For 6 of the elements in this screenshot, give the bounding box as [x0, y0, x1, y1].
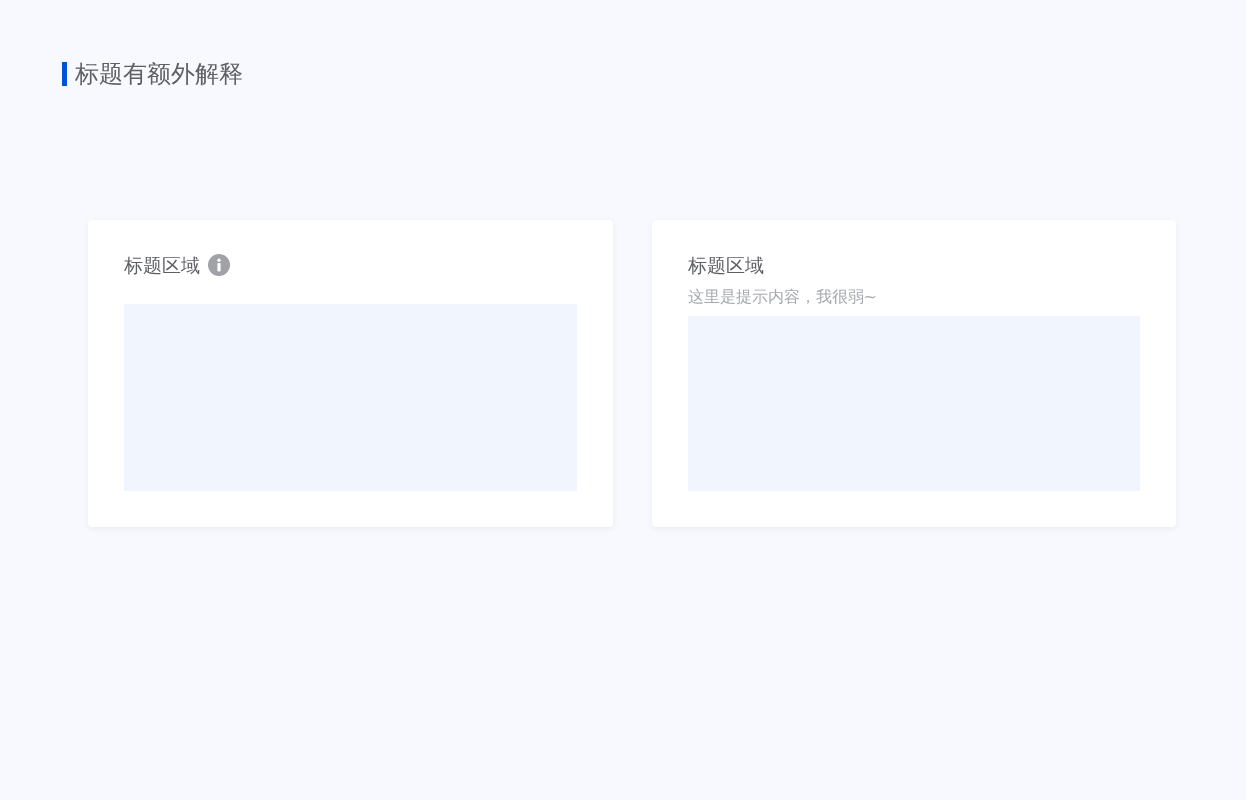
- card-title: 标题区域: [687, 253, 764, 278]
- section-heading: 标题有额外解释: [75, 60, 243, 88]
- accent-bar: [62, 62, 67, 86]
- hint-text: 这里是提示内容，我很弱~: [687, 286, 878, 308]
- info-icon[interactable]: [208, 254, 230, 276]
- card-title: 标题区域: [124, 253, 200, 278]
